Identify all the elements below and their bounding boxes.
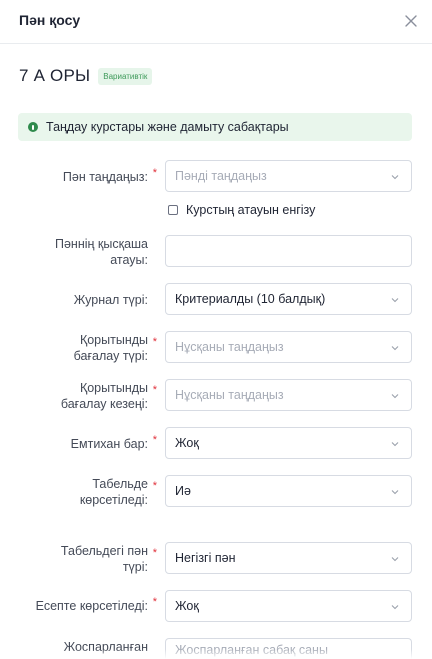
chevron-down-icon [391,394,399,399]
final-assessment-period-label: Қорытынды бағалау кезеңі: * [60,381,157,411]
chevron-down-icon [391,605,399,610]
close-button[interactable] [398,8,424,34]
show-in-report-value: Жоқ [175,599,199,613]
course-name-checkbox[interactable] [168,205,178,215]
chevron-down-icon [391,557,399,562]
journal-type-value: Критериалды (10 балдық) [175,292,326,306]
show-in-report-label: Есепте көрсетіледі: * [35,596,157,613]
final-assessment-period-select[interactable]: Нұсқаны таңдаңыз [165,379,412,411]
course-name-checkbox-label: Курстың атауын енгізу [186,203,316,217]
show-in-report-select[interactable]: Жоқ [165,590,412,622]
chevron-down-icon [391,346,399,351]
exam-label: Емтихан бар: * [70,434,157,451]
class-heading: 7 А ОРЫ Вариативтік [19,66,153,86]
subject-select[interactable]: Пәнді таңдаңыз [165,160,412,192]
journal-type-label: Журнал түрі: [73,293,148,307]
scroll-fade [0,649,432,659]
final-assessment-type-placeholder: Нұсқаны таңдаңыз [175,340,284,354]
short-name-label: Пәннің қысқаша атауы: [55,237,148,267]
info-banner-text: Таңдау курстары және дамыту сабақтары [46,120,289,134]
exam-value: Жоқ [175,436,199,450]
close-icon [405,15,417,27]
final-assessment-period-placeholder: Нұсқаны таңдаңыз [175,388,284,402]
modal-title: Пән қосу [19,12,81,28]
final-assessment-type-label: Қорытынды бағалау түрі: * [73,333,157,363]
short-name-input[interactable] [165,235,412,267]
chevron-down-icon [391,490,399,495]
variant-badge: Вариативтік [98,67,153,85]
show-in-table-select[interactable]: Иә [165,475,412,507]
subject-label: Пән таңдаңыз: * [62,167,157,184]
course-name-checkbox-row[interactable]: Курстың атауын енгізу [168,203,315,217]
chevron-down-icon [391,298,399,303]
final-assessment-type-select[interactable]: Нұсқаны таңдаңыз [165,331,412,363]
class-name: 7 А ОРЫ [19,66,91,85]
table-subject-type-label: Табельдегі пән түрі: * [60,544,157,574]
table-subject-type-value: Негізгі пән [175,551,236,565]
info-banner: Таңдау курстары және дамыту сабақтары [18,113,412,141]
chevron-down-icon [391,175,399,180]
show-in-table-value: Иә [175,484,191,498]
table-subject-type-select[interactable]: Негізгі пән [165,542,412,574]
chevron-down-icon [391,442,399,447]
show-in-table-label: Табельде көрсетіледі: * [79,477,157,507]
info-icon [28,122,38,132]
journal-type-select[interactable]: Критериалды (10 балдық) [165,283,412,315]
modal-header: Пән қосу [0,0,432,44]
exam-select[interactable]: Жоқ [165,427,412,459]
subject-placeholder: Пәнді таңдаңыз [175,169,267,183]
